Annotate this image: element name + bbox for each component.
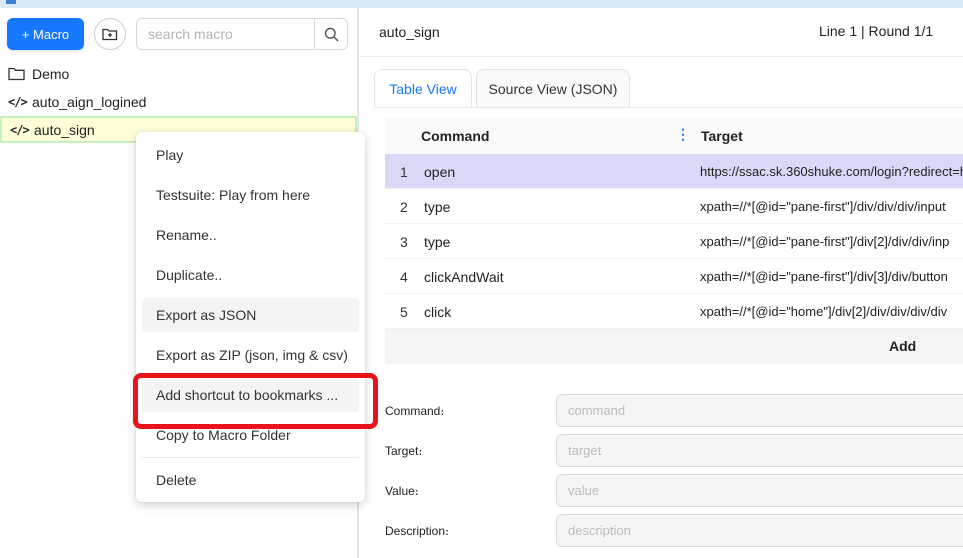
playback-status: Line 1 | Round 1/1 xyxy=(819,23,934,39)
value-label: Value։ xyxy=(385,484,419,498)
new-macro-button[interactable]: + Macro xyxy=(7,18,84,50)
tree-macro-auto-aign-logined[interactable]: </> auto_aign_logined xyxy=(0,89,357,115)
row-number: 4 xyxy=(400,269,408,285)
code-icon: </> xyxy=(10,122,30,137)
command-field[interactable] xyxy=(556,394,963,427)
tree-item-label: auto_aign_logined xyxy=(32,94,147,110)
new-folder-button[interactable] xyxy=(94,18,126,50)
tab-bar-line xyxy=(374,107,963,108)
tree-item-label: auto_sign xyxy=(34,121,95,138)
row-target: xpath=//*[@id="home"]/div[2]/div/div/div… xyxy=(700,304,948,319)
description-label: Description։ xyxy=(385,524,450,538)
row-command: type xyxy=(424,234,451,250)
macro-context-menu: Play Testsuite: Play from here Rename.. … xyxy=(136,132,365,502)
editor-header: auto_sign Line 1 | Round 1/1 xyxy=(359,8,963,57)
tab-table-view[interactable]: Table View xyxy=(374,69,472,107)
menu-item-copy-to-folder[interactable]: Copy to Macro Folder xyxy=(142,418,359,452)
column-menu-icon[interactable]: ⋮ xyxy=(676,126,690,143)
row-command: type xyxy=(424,199,451,215)
description-field[interactable] xyxy=(556,514,963,547)
add-command-button[interactable]: Add xyxy=(385,329,963,364)
app-icon xyxy=(6,0,16,4)
row-number: 1 xyxy=(400,164,408,180)
add-label: Add xyxy=(889,338,917,354)
table-row[interactable]: 5 click xpath=//*[@id="home"]/div[2]/div… xyxy=(385,294,963,329)
row-target: xpath=//*[@id="pane-first"]/div[2]/div/d… xyxy=(700,234,950,249)
row-target: https://ssac.sk.360shuke.com/login?redir… xyxy=(700,164,963,179)
macro-editor: auto_sign Line 1 | Round 1/1 Table View … xyxy=(359,8,963,558)
folder-add-icon xyxy=(102,28,118,41)
row-number: 5 xyxy=(400,304,408,320)
row-number: 3 xyxy=(400,234,408,250)
table-row[interactable]: 4 clickAndWait xpath=//*[@id="pane-first… xyxy=(385,259,963,294)
table-header: Command ⋮ Target xyxy=(385,118,963,154)
menu-item-duplicate[interactable]: Duplicate.. xyxy=(142,258,359,292)
row-target: xpath=//*[@id="pane-first"]/div[3]/div/b… xyxy=(700,269,948,284)
menu-item-testsuite-play[interactable]: Testsuite: Play from here xyxy=(142,178,359,212)
menu-item-export-zip[interactable]: Export as ZIP (json, img & csv) xyxy=(142,338,359,372)
row-target: xpath=//*[@id="pane-first"]/div/div/div/… xyxy=(700,199,946,214)
menu-item-export-json[interactable]: Export as JSON xyxy=(142,298,359,332)
folder-icon xyxy=(8,66,26,82)
macro-search-box xyxy=(136,18,348,50)
menu-divider xyxy=(142,457,359,458)
code-icon: </> xyxy=(8,95,28,109)
search-input[interactable] xyxy=(137,19,314,49)
window-top-strip xyxy=(0,0,963,8)
tree-item-label: Demo xyxy=(32,66,70,82)
menu-item-add-bookmark-shortcut[interactable]: Add shortcut to bookmarks ... xyxy=(142,378,359,412)
table-row[interactable]: 1 open https://ssac.sk.360shuke.com/logi… xyxy=(385,154,963,189)
search-button[interactable] xyxy=(314,19,347,49)
tab-source-view[interactable]: Source View (JSON) xyxy=(476,69,630,107)
menu-item-rename[interactable]: Rename.. xyxy=(142,218,359,252)
target-label: Target։ xyxy=(385,444,423,458)
menu-item-delete[interactable]: Delete xyxy=(142,463,359,497)
value-field[interactable] xyxy=(556,474,963,507)
row-command: open xyxy=(424,164,456,180)
row-command: click xyxy=(424,304,452,320)
tree-folder-demo[interactable]: Demo xyxy=(0,61,357,87)
command-label: Command։ xyxy=(385,404,445,418)
table-row[interactable]: 3 type xpath=//*[@id="pane-first"]/div[2… xyxy=(385,224,963,259)
menu-item-play[interactable]: Play xyxy=(142,138,359,172)
table-row[interactable]: 2 type xpath=//*[@id="pane-first"]/div/d… xyxy=(385,189,963,224)
row-number: 2 xyxy=(400,199,408,215)
row-command: clickAndWait xyxy=(424,269,504,285)
column-header-command: Command xyxy=(421,128,490,144)
column-header-target: Target xyxy=(701,128,743,144)
search-icon xyxy=(324,27,339,42)
macro-title: auto_sign xyxy=(379,24,440,40)
target-field[interactable] xyxy=(556,434,963,467)
